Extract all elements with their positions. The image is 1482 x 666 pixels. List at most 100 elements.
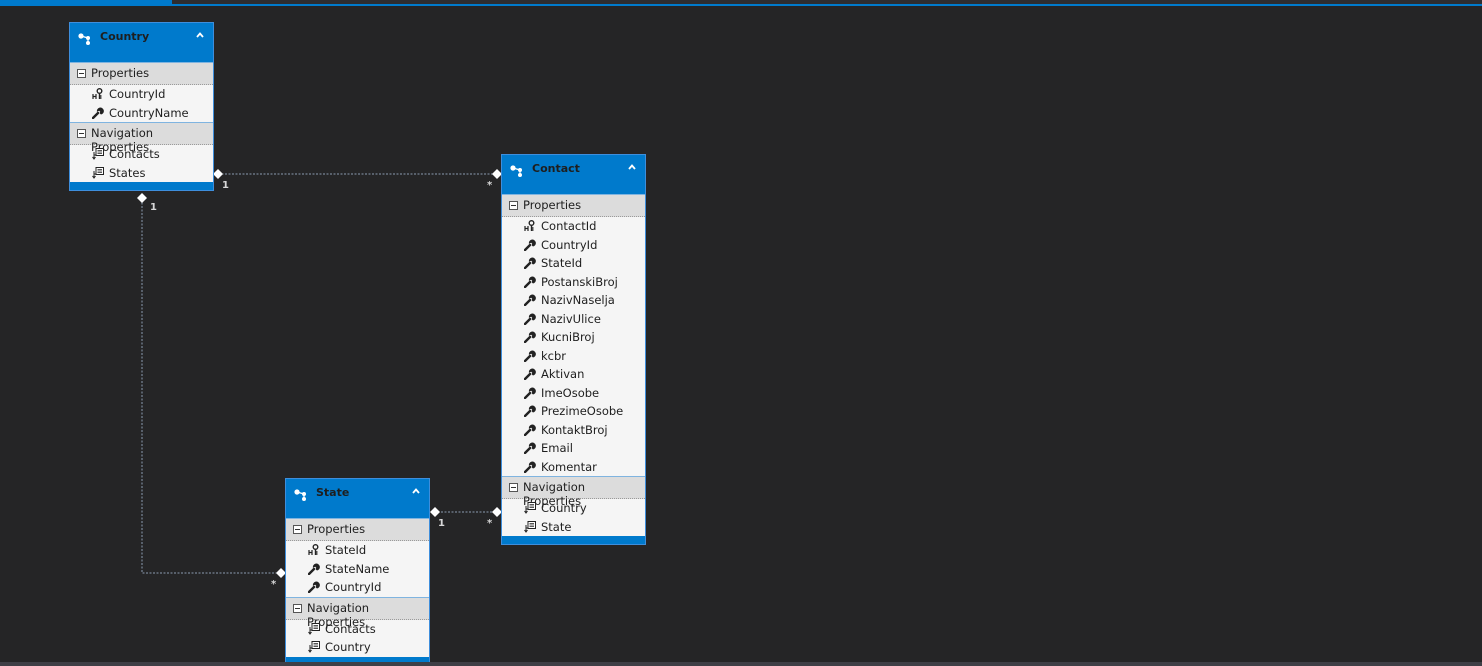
navigation-property[interactable]: Contacts: [286, 620, 429, 639]
scalar-property[interactable]: KontaktBroj: [502, 421, 645, 440]
wrench-icon: [523, 387, 536, 399]
property-name: Country: [541, 501, 587, 515]
scalar-property[interactable]: NazivUlice: [502, 310, 645, 329]
collapse-minus-icon[interactable]: [509, 483, 518, 492]
wrench-icon: [523, 239, 536, 251]
collapse-minus-icon[interactable]: [293, 603, 302, 613]
scalar-property[interactable]: NazivNaselja: [502, 291, 645, 310]
wrench-icon: [523, 276, 536, 288]
scalar-property[interactable]: StateId: [502, 254, 645, 273]
navigation-properties-section-header[interactable]: Navigation Properties: [502, 476, 645, 508]
properties-section-header[interactable]: Properties: [70, 62, 213, 85]
multiplicity-label: *: [271, 579, 277, 590]
navigation-property[interactable]: State: [502, 518, 645, 537]
navigation-property-icon: [524, 502, 536, 514]
section-label: Properties: [307, 522, 366, 536]
entity-country[interactable]: Country Properties CountryId CountryName Nav…: [69, 22, 214, 191]
entity-footer: [502, 536, 645, 544]
scalar-property[interactable]: ContactId: [502, 217, 645, 236]
scalar-property[interactable]: Email: [502, 439, 645, 458]
navigation-properties-section-header[interactable]: Navigation Properties: [286, 596, 429, 629]
collapse-minus-icon[interactable]: [77, 69, 86, 78]
wrench-icon: [523, 350, 536, 362]
properties-section-header[interactable]: Properties: [286, 518, 429, 541]
scalar-property[interactable]: CountryId: [70, 85, 213, 104]
collapse-chevron-up-icon[interactable]: [411, 486, 421, 496]
scalar-property[interactable]: CountryId: [502, 236, 645, 255]
property-name: CountryId: [109, 87, 166, 101]
property-name: PostanskiBroj: [541, 274, 618, 289]
navigation-property-icon: [92, 148, 104, 160]
entity-footer: [70, 182, 213, 190]
key-icon: [524, 220, 536, 232]
scalar-property[interactable]: PrezimeOsobe: [502, 402, 645, 421]
entity-title: Country: [100, 30, 150, 43]
navigation-property-icon: [92, 166, 104, 179]
scalar-property[interactable]: KucniBroj: [502, 328, 645, 347]
scalar-property[interactable]: CountryId: [286, 578, 429, 597]
navigation-property[interactable]: States: [70, 164, 213, 183]
property-name: Komentar: [541, 459, 597, 474]
scalar-property[interactable]: StateName: [286, 560, 429, 579]
property-name: Email: [541, 441, 573, 455]
wrench-icon: [307, 563, 320, 575]
entity-header[interactable]: Contact: [502, 155, 645, 194]
scalar-property[interactable]: PostanskiBroj: [502, 273, 645, 292]
property-name: CountryName: [109, 105, 189, 120]
scalar-property[interactable]: StateId: [286, 541, 429, 560]
scalar-property[interactable]: kcbr: [502, 347, 645, 366]
property-name: KontaktBroj: [541, 422, 608, 437]
wrench-icon: [523, 461, 536, 473]
entity-title: Contact: [532, 162, 580, 175]
property-name: CountryId: [325, 580, 382, 594]
multiplicity-label: *: [487, 180, 493, 191]
entity-icon: [77, 31, 93, 45]
property-name: StateId: [325, 543, 367, 557]
association-country-state[interactable]: [141, 199, 280, 574]
section-label: Properties: [91, 66, 150, 80]
entity-state[interactable]: State Properties StateId StateName CountryId…: [285, 478, 430, 666]
collapse-minus-icon[interactable]: [509, 201, 518, 210]
horizontal-scrollbar[interactable]: [0, 662, 1482, 666]
tab-accent-line: [0, 4, 1482, 6]
collapse-chevron-up-icon[interactable]: [195, 30, 205, 40]
multiplicity-label: 1: [222, 180, 229, 191]
scalar-property[interactable]: ImeOsobe: [502, 384, 645, 403]
navigation-property-icon: [308, 641, 320, 653]
entity-contact[interactable]: Contact Properties ContactId CountryId State…: [501, 154, 646, 545]
wrench-icon: [523, 294, 536, 307]
property-name: Contacts: [109, 147, 160, 161]
property-name: Contacts: [325, 621, 376, 636]
association-end-diamond: [213, 169, 223, 179]
navigation-property-icon: [308, 622, 320, 635]
collapse-minus-icon[interactable]: [293, 525, 302, 534]
property-name: kcbr: [541, 348, 567, 363]
scalar-property[interactable]: Komentar: [502, 458, 645, 477]
multiplicity-label: 1: [438, 518, 445, 529]
entity-header[interactable]: State: [286, 479, 429, 518]
key-icon: [308, 544, 320, 556]
navigation-properties-section-header[interactable]: Navigation Properties: [70, 122, 213, 154]
wrench-icon: [523, 368, 536, 381]
association-lines: [137, 169, 502, 578]
scalar-property[interactable]: Aktivan: [502, 365, 645, 384]
wrench-icon: [523, 424, 536, 436]
collapse-chevron-up-icon[interactable]: [627, 162, 637, 172]
association-end-diamond: [137, 193, 147, 203]
property-name: States: [109, 165, 146, 180]
property-name: CountryId: [541, 237, 598, 252]
property-name: State: [541, 519, 572, 534]
key-icon: [92, 88, 104, 100]
entity-header[interactable]: Country: [70, 23, 213, 62]
property-name: ContactId: [541, 219, 597, 233]
navigation-property[interactable]: Contacts: [70, 145, 213, 164]
property-name: Country: [325, 640, 371, 654]
collapse-minus-icon[interactable]: [77, 129, 86, 138]
properties-section-header[interactable]: Properties: [502, 194, 645, 217]
navigation-property[interactable]: Country: [286, 638, 429, 657]
property-name: StateId: [541, 256, 583, 270]
scalar-property[interactable]: CountryName: [70, 104, 213, 123]
section-label: Properties: [523, 198, 582, 212]
entity-icon: [293, 487, 309, 501]
navigation-property[interactable]: Country: [502, 499, 645, 518]
